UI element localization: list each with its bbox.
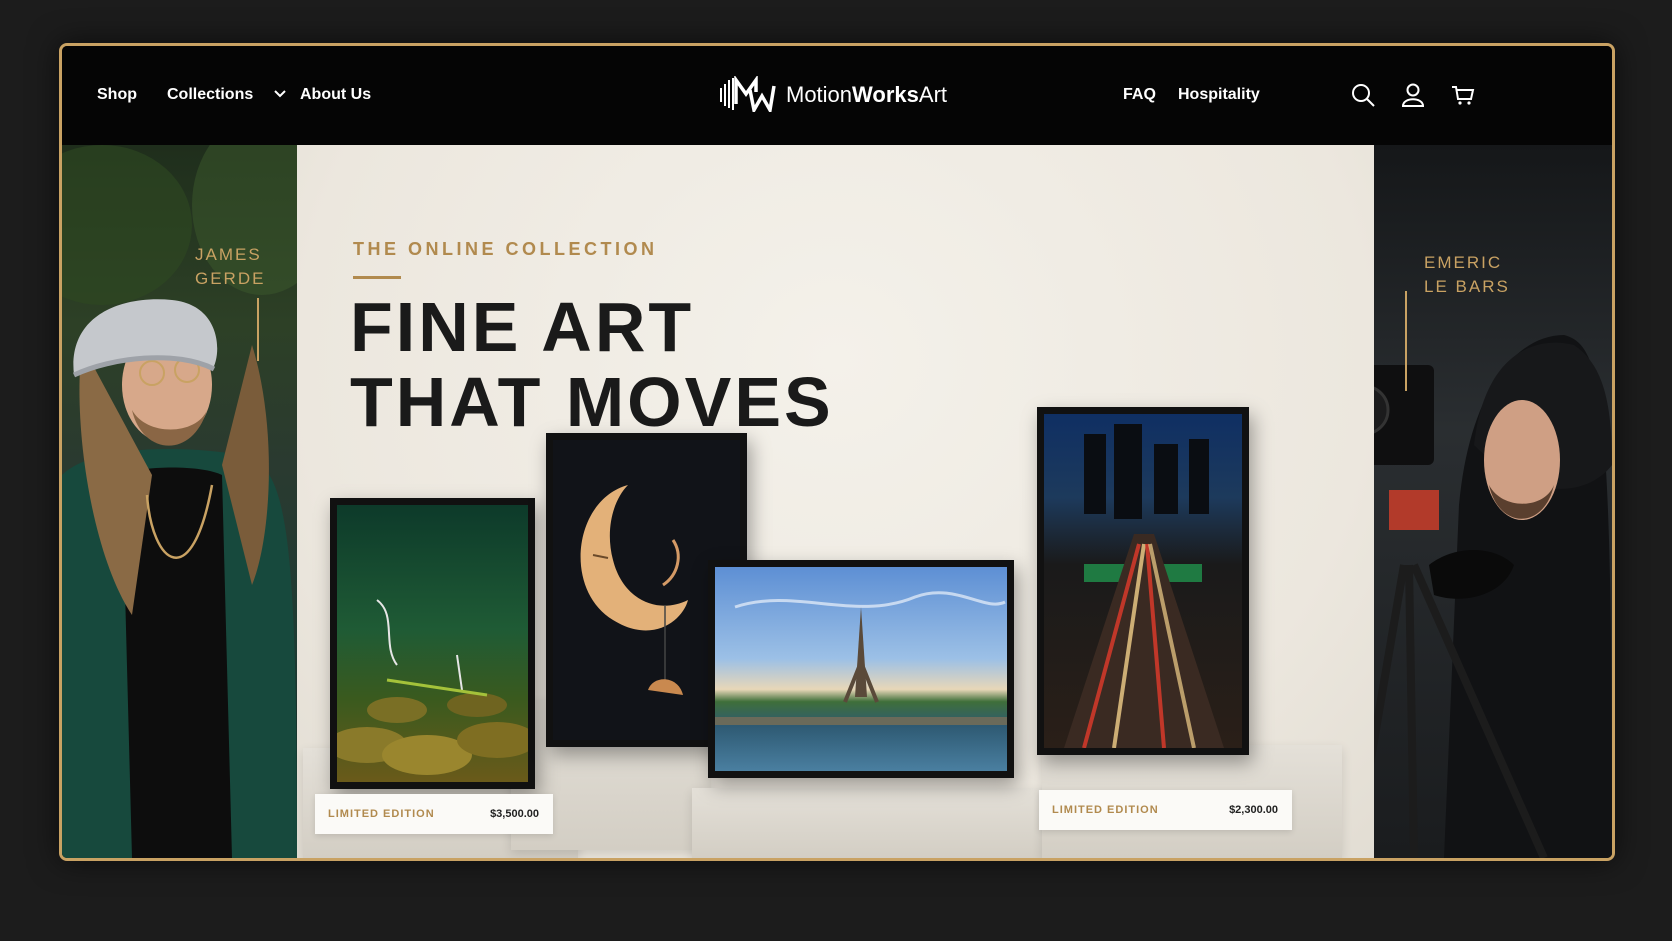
edition-label: LIMITED EDITION <box>328 808 435 820</box>
artist-accent-line <box>257 298 259 361</box>
hero-section: THE ONLINE COLLECTION FINE ART THAT MOVE… <box>297 145 1374 858</box>
artwork-eiffel-tower[interactable] <box>708 560 1014 778</box>
search-icon[interactable] <box>1350 82 1376 108</box>
nav-shop[interactable]: Shop <box>97 86 137 104</box>
artist-panel-left[interactable]: JAMES GERDE <box>62 145 297 858</box>
hero-eyebrow: THE ONLINE COLLECTION <box>353 239 658 259</box>
edition-label: LIMITED EDITION <box>1052 804 1159 816</box>
logo-wordmark: MotionWorksArt <box>786 82 948 107</box>
nav-faq[interactable]: FAQ <box>1123 86 1156 104</box>
nav-collections[interactable]: Collections <box>167 86 253 104</box>
artwork-image <box>337 599 528 775</box>
site-header: Shop Collections About Us MotionWorksArt… <box>62 46 1612 145</box>
site-frame: Shop Collections About Us MotionWorksArt… <box>59 43 1615 861</box>
product-tag[interactable]: LIMITED EDITION $2,300.00 <box>1039 790 1292 830</box>
nav-hospitality[interactable]: Hospitality <box>1178 86 1260 104</box>
artwork-moss-figures[interactable] <box>330 498 535 789</box>
hero-headline: FINE ART THAT MOVES <box>350 288 834 441</box>
artist-panel-right[interactable]: EMERIC LE BARS <box>1374 145 1612 858</box>
chevron-down-icon[interactable] <box>274 88 286 98</box>
price-label: $3,500.00 <box>490 808 539 820</box>
price-label: $2,300.00 <box>1229 804 1278 816</box>
artist-photo-james-gerde <box>62 145 297 858</box>
artwork-image <box>715 591 1007 725</box>
display-plinth <box>692 788 1082 858</box>
cart-icon[interactable] <box>1450 82 1476 108</box>
artist-accent-line <box>1405 291 1407 391</box>
nav-about-us[interactable]: About Us <box>300 86 371 104</box>
artist-name-james-gerde[interactable]: JAMES GERDE <box>195 243 263 291</box>
artwork-city-traffic[interactable] <box>1037 407 1249 755</box>
account-icon[interactable] <box>1400 82 1426 108</box>
eyebrow-divider <box>353 276 401 279</box>
logo-mark-icon <box>720 76 776 112</box>
artwork-image <box>1064 424 1224 748</box>
artist-name-emeric-le-bars[interactable]: EMERIC LE BARS <box>1424 251 1510 299</box>
product-tag[interactable]: LIMITED EDITION $3,500.00 <box>315 794 553 834</box>
